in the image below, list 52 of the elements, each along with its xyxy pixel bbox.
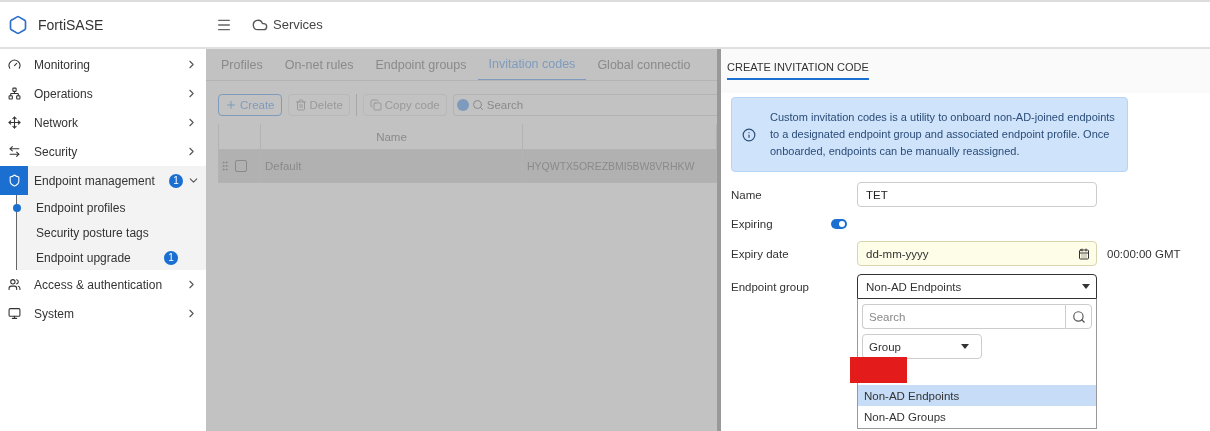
add-filter-icon [456,99,469,111]
logo-icon [8,14,28,35]
sidebar-item[interactable]: Endpoint management 1 [0,166,206,195]
plus-icon [225,99,237,111]
field-label: Name [731,188,762,201]
sidebar-icon [7,87,21,100]
caret-icon [1082,284,1090,289]
field-label: Expiring [731,218,773,230]
search-icon [471,99,484,111]
count-badge: 1 [169,173,183,188]
time-text: 00:00:00 GMT [1106,247,1182,260]
row-checkbox[interactable] [235,160,247,172]
search-icon [1071,309,1086,324]
calendar-icon [1078,247,1090,260]
panel-title[interactable]: CREATE INVITATION CODE [727,61,869,80]
field-label: Endpoint group [731,280,809,293]
sidebar-icon [7,58,21,71]
search-button[interactable] [1065,304,1092,329]
redaction-block [850,357,907,383]
trash-icon [294,99,307,111]
drag-handle-icon[interactable] [219,160,231,172]
sidebar-icon [7,116,21,129]
submenu-label: Endpoint upgrade [36,250,132,265]
submenu-item[interactable]: Endpoint profiles [17,195,206,220]
submenu-label: Endpoint profiles [36,200,127,215]
dropdown-search-field[interactable]: Search [862,304,1065,329]
caret-icon [961,344,969,349]
brand-name: FortiSASE [38,16,104,33]
date-input[interactable]: dd-mm-yyyy [857,241,1097,266]
submenu-item[interactable]: Security posture tags [17,220,206,245]
sidebar-item[interactable]: System [0,299,206,328]
copy-icon [369,99,382,111]
endpoint-group-dropdown[interactable]: Non-AD Endpoints [857,274,1097,299]
breadcrumb[interactable]: Services [273,17,323,32]
submenu-item[interactable]: Endpoint upgrade 1 [17,245,206,270]
sidebar-item[interactable]: Access & authentication [0,270,206,299]
sidebar-item[interactable]: Network [0,108,206,137]
sidebar-icon [7,278,21,291]
count-badge: 1 [164,250,178,265]
sidebar-icon [7,307,21,320]
sidebar-icon [7,174,21,187]
name-input[interactable]: TET [857,182,1097,207]
sidebar-icon [7,145,21,158]
expiring-toggle[interactable] [831,219,847,229]
sidebar-item[interactable]: Monitoring [0,50,206,79]
info-text: Custom invitation codes is a utility to onboard non-AD-joined endpoints to a designated endpoint group and associated endpoint profile. Once onboarded, endpoints can be manually reassigned. [770,110,1116,159]
sidebar-item[interactable]: Security [0,137,206,166]
field-label: Expiry date [731,247,789,260]
info-icon [742,127,756,142]
submenu-label: Security posture tags [36,225,150,240]
sidebar-item[interactable]: Operations [0,79,206,108]
dropdown-option[interactable]: Non-AD Endpoints [858,385,1096,406]
